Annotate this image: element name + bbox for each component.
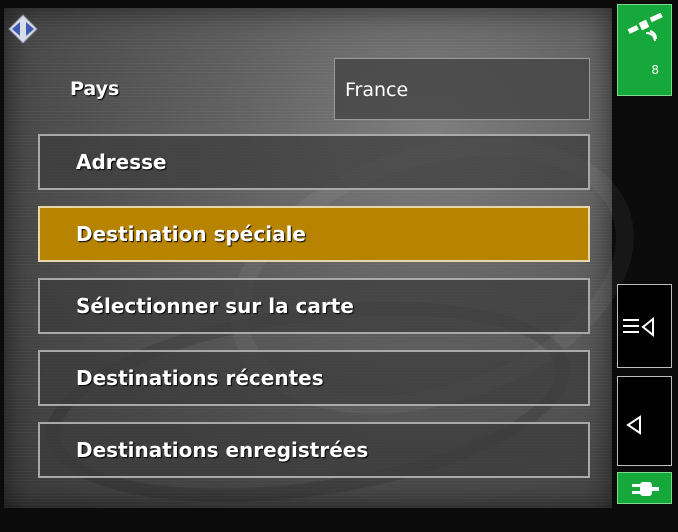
back-triangle-icon	[624, 415, 644, 439]
satellite-count: 8	[651, 63, 659, 77]
menu-item-special-destination[interactable]: Destination spéciale	[38, 206, 590, 262]
gps-status[interactable]: 8	[617, 4, 672, 96]
menu-item-select-on-map[interactable]: Sélectionner sur la carte	[38, 278, 590, 334]
list-menu-icon	[623, 316, 657, 341]
list-menu-button[interactable]	[617, 284, 672, 368]
satellite-icon	[624, 12, 666, 47]
menu-item-recent-destinations[interactable]: Destinations récentes	[38, 350, 590, 406]
power-plug-icon	[630, 479, 660, 503]
country-field[interactable]: France	[334, 58, 590, 120]
power-status	[617, 472, 672, 504]
country-label: Pays	[70, 78, 120, 100]
menu-item-address[interactable]: Adresse	[38, 134, 590, 190]
back-button[interactable]	[617, 376, 672, 466]
menu-item-saved-destinations[interactable]: Destinations enregistrées	[38, 422, 590, 478]
diamond-arrows-icon[interactable]	[8, 14, 38, 44]
